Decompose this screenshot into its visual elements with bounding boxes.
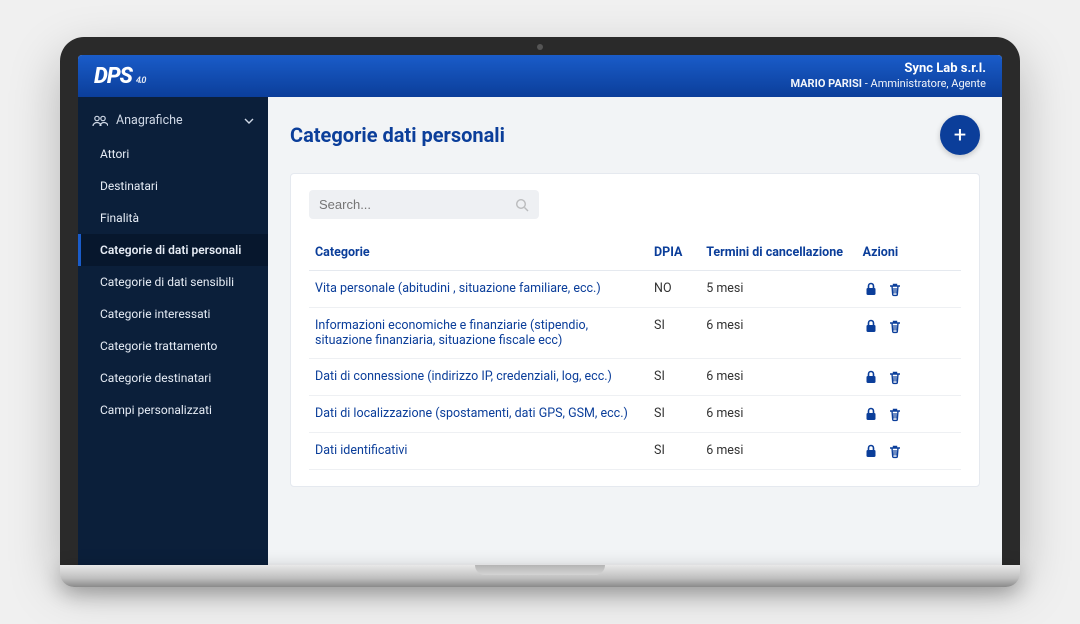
lock-icon[interactable] (863, 406, 879, 422)
table-row: Dati di connessione (indirizzo IP, crede… (309, 359, 961, 396)
cell-dpia: SI (648, 308, 700, 359)
chevron-down-icon (244, 118, 254, 124)
lock-icon[interactable] (863, 369, 879, 385)
sidebar-section-label: Anagrafiche (116, 113, 183, 128)
main-content: Categorie dati personali + (268, 97, 1002, 565)
cell-categorie[interactable]: Dati di localizzazione (spostamenti, dat… (309, 396, 648, 433)
sidebar-item[interactable]: Categorie interessati (78, 298, 268, 330)
sidebar-item-label: Attori (100, 147, 129, 161)
column-header-dpia[interactable]: DPIA (648, 237, 700, 271)
cell-azioni (857, 308, 961, 359)
sidebar-item-label: Categorie destinatari (100, 371, 211, 385)
sidebar-item-label: Campi personalizzati (100, 403, 212, 417)
cell-dpia: NO (648, 271, 700, 308)
cell-termini: 6 mesi (700, 359, 856, 396)
user-name: MARIO PARISI (790, 77, 862, 90)
laptop-mockup: DPS 4.0 Sync Lab s.r.l. MARIO PARISI - A… (60, 37, 1020, 587)
delete-icon[interactable] (887, 443, 903, 459)
sidebar-item-label: Finalità (100, 211, 139, 225)
page-title: Categorie dati personali (290, 123, 505, 147)
sidebar-item[interactable]: Categorie di dati sensibili (78, 266, 268, 298)
user-roles: Amministratore, Agente (871, 77, 986, 90)
logo-text: DPS (94, 64, 132, 89)
lock-icon[interactable] (863, 281, 879, 297)
user-line: MARIO PARISI - Amministratore, Agente (790, 77, 986, 91)
laptop-camera (537, 44, 543, 50)
sidebar-item[interactable]: Destinatari (78, 170, 268, 202)
sidebar-item[interactable]: Campi personalizzati (78, 394, 268, 426)
search-input[interactable] (319, 197, 515, 212)
cell-azioni (857, 271, 961, 308)
sidebar-item[interactable]: Categorie destinatari (78, 362, 268, 394)
add-button[interactable]: + (940, 115, 980, 155)
group-icon (92, 115, 108, 127)
topbar: DPS 4.0 Sync Lab s.r.l. MARIO PARISI - A… (78, 55, 1002, 97)
delete-icon[interactable] (887, 318, 903, 334)
cell-azioni (857, 396, 961, 433)
app-screen: DPS 4.0 Sync Lab s.r.l. MARIO PARISI - A… (78, 55, 1002, 565)
sidebar-item[interactable]: Finalità (78, 202, 268, 234)
cell-azioni (857, 433, 961, 470)
cell-categorie[interactable]: Dati di connessione (indirizzo IP, crede… (309, 359, 648, 396)
sidebar-item[interactable]: Attori (78, 138, 268, 170)
sidebar-item-label: Destinatari (100, 179, 158, 193)
plus-icon: + (954, 123, 966, 148)
column-header-categorie[interactable]: Categorie (309, 237, 648, 271)
delete-icon[interactable] (887, 369, 903, 385)
search-icon (515, 198, 529, 212)
sidebar-item[interactable]: Categorie di dati personali (78, 234, 268, 266)
sidebar-item-label: Categorie di dati sensibili (100, 275, 234, 289)
delete-icon[interactable] (887, 406, 903, 422)
sidebar-item-label: Categorie interessati (100, 307, 210, 321)
table-row: Dati identificativiSI6 mesi (309, 433, 961, 470)
sidebar: Anagrafiche Attori Destinatari Finalità Cat… (78, 97, 268, 565)
cell-categorie[interactable]: Dati identificativi (309, 433, 648, 470)
tenant-info: Sync Lab s.r.l. MARIO PARISI - Amministr… (790, 61, 986, 91)
table-row: Dati di localizzazione (spostamenti, dat… (309, 396, 961, 433)
cell-categorie[interactable]: Vita personale (abitudini , situazione f… (309, 271, 648, 308)
lock-icon[interactable] (863, 443, 879, 459)
data-table: Categorie DPIA Termini di cancellazione … (309, 237, 961, 470)
cell-dpia: SI (648, 359, 700, 396)
sidebar-item-label: Categorie di dati personali (100, 243, 241, 257)
lock-icon[interactable] (863, 318, 879, 334)
sidebar-section-anagrafiche[interactable]: Anagrafiche (78, 103, 268, 138)
cell-termini: 6 mesi (700, 308, 856, 359)
column-header-azioni: Azioni (857, 237, 961, 271)
cell-categorie[interactable]: Informazioni economiche e finanziarie (s… (309, 308, 648, 359)
delete-icon[interactable] (887, 281, 903, 297)
app-logo: DPS 4.0 (94, 64, 145, 89)
cell-dpia: SI (648, 433, 700, 470)
cell-termini: 5 mesi (700, 271, 856, 308)
search-box[interactable] (309, 190, 539, 219)
column-header-termini[interactable]: Termini di cancellazione (700, 237, 856, 271)
laptop-base (60, 565, 1020, 587)
sidebar-item-label: Categorie trattamento (100, 339, 217, 353)
table-row: Vita personale (abitudini , situazione f… (309, 271, 961, 308)
logo-subtext: 4.0 (136, 76, 145, 86)
table-row: Informazioni economiche e finanziarie (s… (309, 308, 961, 359)
table-card: Categorie DPIA Termini di cancellazione … (290, 173, 980, 487)
company-name: Sync Lab s.r.l. (790, 61, 986, 77)
cell-termini: 6 mesi (700, 433, 856, 470)
cell-azioni (857, 359, 961, 396)
sidebar-item[interactable]: Categorie trattamento (78, 330, 268, 362)
cell-dpia: SI (648, 396, 700, 433)
cell-termini: 6 mesi (700, 396, 856, 433)
